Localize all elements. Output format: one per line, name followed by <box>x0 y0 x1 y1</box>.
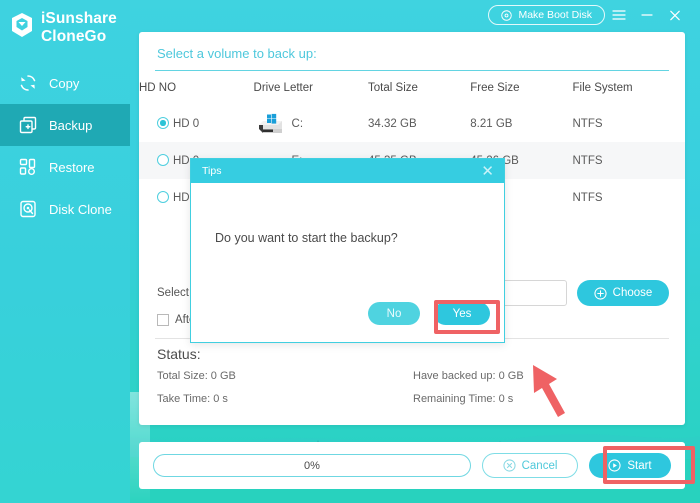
column-header-hd-no: HD NO <box>139 82 177 94</box>
refresh-copy-icon <box>20 75 36 91</box>
sidebar: iSunshare CloneGo Copy Backup Restore Di… <box>0 0 130 503</box>
brand: iSunshare CloneGo <box>0 0 130 46</box>
column-header-file-system: File System <box>572 82 633 94</box>
dialog-yes-button[interactable]: Yes <box>434 302 490 325</box>
hd-no-label: HD 0 <box>173 118 200 130</box>
brand-line-1: iSunshare <box>41 10 117 27</box>
restore-grid-icon <box>19 158 36 175</box>
cell-file-system: NTFS <box>572 117 603 130</box>
play-circle-icon <box>608 459 621 472</box>
menu-button[interactable] <box>605 2 633 28</box>
disc-icon <box>501 9 513 21</box>
sidebar-item-label: Copy <box>49 75 80 91</box>
status-have-backed-up: Have backed up: 0 GB <box>413 370 524 382</box>
start-label: Start <box>627 459 652 472</box>
drive-letter-label: C: <box>291 117 304 130</box>
make-boot-disk-button[interactable]: Make Boot Disk <box>488 5 605 25</box>
cell-total-size: 34.32 GB <box>368 117 417 130</box>
cancel-label: Cancel <box>521 459 558 472</box>
windows-drive-icon <box>258 113 282 133</box>
close-button[interactable] <box>661 2 689 28</box>
bottom-bar: 0% Cancel Start <box>139 442 685 489</box>
sidebar-item-label: Backup <box>49 117 93 133</box>
dialog-actions: No Yes <box>368 302 490 325</box>
dialog-no-button[interactable]: No <box>368 302 420 325</box>
titlebar: Make Boot Disk <box>130 0 700 30</box>
status-heading: Status: <box>157 346 201 362</box>
after-backup-checkbox[interactable] <box>157 314 169 326</box>
sidebar-item-label: Disk Clone <box>49 201 112 217</box>
cell-file-system: NTFS <box>572 191 603 204</box>
status-total-size: Total Size: 0 GB <box>157 370 236 382</box>
brand-name: iSunshare CloneGo <box>41 10 117 46</box>
status-grid: Total Size: 0 GB Have backed up: 0 GB Ta… <box>157 370 669 405</box>
cell-free-size: 8.21 GB <box>470 117 513 130</box>
table-row[interactable]: HD 0 C: 34.32 GB 8.21 GB NTFS <box>139 105 685 142</box>
column-header-drive-letter: Drive Letter <box>253 82 313 94</box>
start-button[interactable]: Start <box>589 453 671 478</box>
sidebar-item-label: Restore <box>49 159 95 175</box>
close-icon <box>670 10 680 20</box>
make-boot-disk-label: Make Boot Disk <box>518 9 592 21</box>
sidebar-item-restore[interactable]: Restore <box>0 146 130 188</box>
cell-hd-no[interactable]: HD 0 <box>139 105 254 142</box>
hamburger-menu-icon <box>612 10 626 20</box>
shield-logo-icon <box>12 13 32 37</box>
minimize-button[interactable] <box>633 2 661 28</box>
column-header-total-size: Total Size <box>368 82 418 94</box>
plus-circle-icon <box>594 286 607 300</box>
minimize-icon <box>641 14 653 16</box>
dialog-titlebar: Tips ✕ <box>191 159 504 183</box>
application-window: iSunshare CloneGo Copy Backup Restore Di… <box>0 0 700 503</box>
start-button-wrapper: Start <box>589 453 671 478</box>
choose-label: Choose <box>612 287 653 299</box>
column-header-free-size: Free Size <box>470 82 520 94</box>
status-take-time: Take Time: 0 s <box>157 393 228 405</box>
disk-clone-icon <box>20 200 36 218</box>
cancel-circle-icon <box>503 459 516 472</box>
tips-dialog: Tips ✕ Do you want to start the backup? … <box>190 158 505 343</box>
status-remaining-time: Remaining Time: 0 s <box>413 393 514 405</box>
volume-radio[interactable] <box>157 191 169 203</box>
cancel-button[interactable]: Cancel <box>482 453 578 478</box>
choose-button[interactable]: Choose <box>577 280 669 306</box>
brand-line-2: CloneGo <box>41 28 107 45</box>
sidebar-nav: Copy Backup Restore Disk Clone <box>0 62 130 230</box>
dialog-title: Tips <box>202 165 222 177</box>
cell-drive-letter: C: <box>254 105 369 142</box>
sidebar-item-copy[interactable]: Copy <box>0 62 130 104</box>
backup-plus-icon <box>19 116 37 134</box>
table-header-row: HD NO Drive Letter Total Size Free Size … <box>139 71 685 105</box>
dialog-message: Do you want to start the backup? <box>215 231 398 245</box>
dialog-close-icon[interactable]: ✕ <box>479 164 496 179</box>
progress-percent-label: 0% <box>304 459 320 472</box>
volume-radio-selected[interactable] <box>157 117 169 129</box>
sidebar-item-backup[interactable]: Backup <box>0 104 130 146</box>
panel-title: Select a volume to back up: <box>157 46 317 61</box>
cell-file-system: NTFS <box>572 142 685 179</box>
sidebar-item-disk-clone[interactable]: Disk Clone <box>0 188 130 230</box>
progress-bar: 0% <box>153 454 471 477</box>
volume-radio[interactable] <box>157 154 169 166</box>
